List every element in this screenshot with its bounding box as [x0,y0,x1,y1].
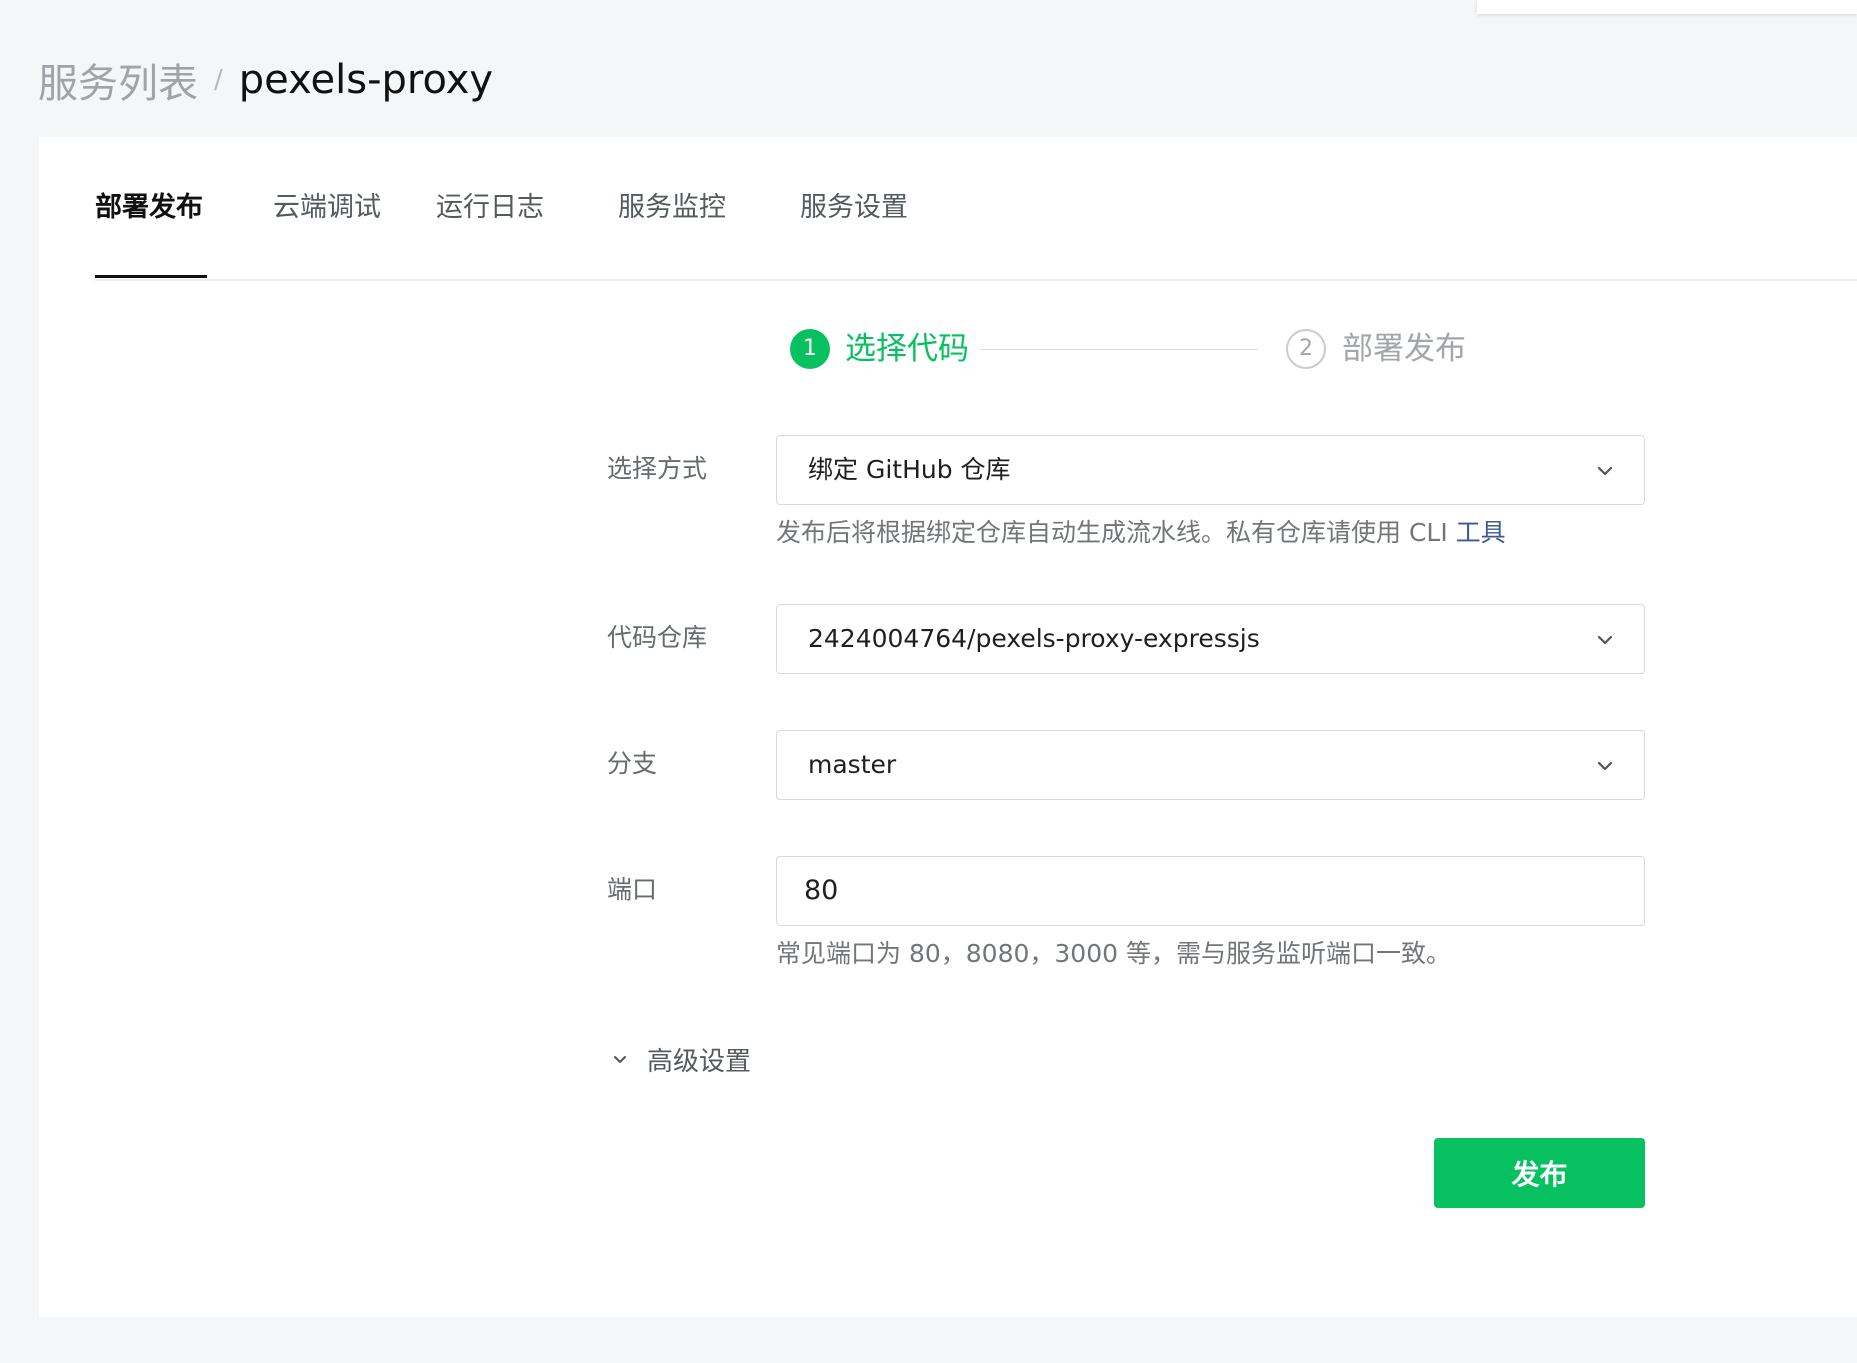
breadcrumb: 服务列表 / pexels-proxy [38,48,493,112]
method-helper-sentence: 发布后将根据绑定仓库自动生成流水线。私有仓库请使用 CLI [776,518,1456,547]
repo-select-value: 2424004764/pexels-proxy-expressjs [808,624,1260,653]
breadcrumb-service-list-link[interactable]: 服务列表 [38,51,198,109]
advanced-settings-label: 高级设置 [647,1046,752,1077]
tab-service-settings[interactable]: 服务设置 [800,184,908,232]
breadcrumb-separator: / [214,65,223,95]
main-card: 部署发布 云端调试 运行日志 服务监控 服务设置 1 选择代码 2 部署发布 选… [39,137,1857,1317]
advanced-settings-toggle[interactable]: 高级设置 [609,1037,751,1081]
step-1-number: 1 [790,329,830,369]
port-input[interactable]: 80 [776,856,1645,926]
port-label: 端口 [607,875,658,904]
chevron-down-icon [1597,761,1613,771]
chevron-down-icon [1597,466,1613,476]
step-2-number: 2 [1286,329,1326,369]
tab-service-monitor[interactable]: 服务监控 [618,184,726,232]
step-connector-line [980,349,1258,350]
top-right-panel-edge [1477,0,1857,14]
chevron-down-icon [1597,635,1613,645]
publish-button[interactable]: 发布 [1434,1138,1645,1208]
branch-select[interactable]: master [776,730,1645,800]
method-label: 选择方式 [607,454,708,483]
method-select[interactable]: 绑定 GitHub 仓库 [776,435,1645,505]
breadcrumb-current-service: pexels-proxy [238,57,494,103]
tab-run-logs[interactable]: 运行日志 [436,184,544,232]
method-helper-text: 发布后将根据绑定仓库自动生成流水线。私有仓库请使用 CLI 工具 [776,513,1506,549]
steps-indicator: 1 选择代码 2 部署发布 [39,322,1857,376]
repo-select[interactable]: 2424004764/pexels-proxy-expressjs [776,604,1645,674]
method-select-value: 绑定 GitHub 仓库 [808,455,1011,484]
step-2-label: 部署发布 [1342,331,1466,367]
step-1-label: 选择代码 [845,331,969,367]
tab-cloud-debug[interactable]: 云端调试 [273,184,381,232]
expand-chevron-icon [614,1056,626,1063]
tab-bar: 部署发布 云端调试 运行日志 服务监控 服务设置 [95,137,1857,281]
branch-select-value: master [808,750,897,779]
active-tab-indicator [95,275,207,278]
tab-deploy[interactable]: 部署发布 [95,184,203,232]
branch-label: 分支 [607,749,658,778]
cli-tool-link[interactable]: 工具 [1456,518,1506,547]
port-input-value: 80 [804,875,839,906]
repo-label: 代码仓库 [607,623,708,652]
port-helper-text: 常见端口为 80，8080，3000 等，需与服务监听端口一致。 [776,939,1451,968]
